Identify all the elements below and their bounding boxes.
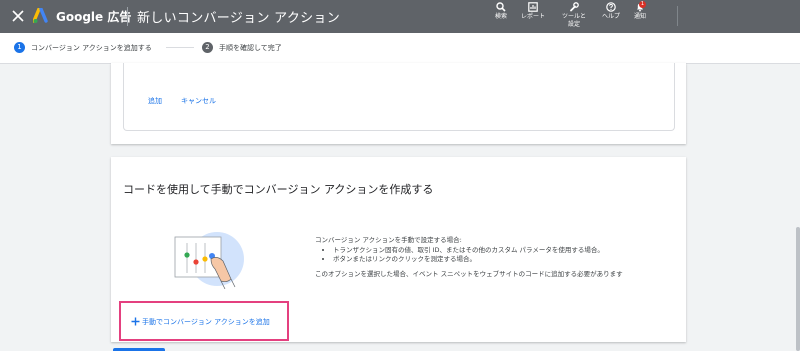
wrench-icon	[570, 2, 579, 12]
plus-icon	[131, 317, 140, 326]
description-bullets: トランザクション固有の値、取引 ID、またはその他のカスタム パラメータを使用す…	[315, 246, 675, 265]
google-ads-logo-icon	[33, 8, 48, 23]
bullet-item: トランザクション固有の値、取引 ID、またはその他のカスタム パラメータを使用す…	[333, 246, 675, 256]
toolbar-divider	[677, 6, 678, 26]
bullet-item: ボタンまたはリンクのクリックを測定する場合。	[333, 255, 675, 265]
description-note: このオプションを選択した場合、イベント スニペットをウェブサイトのコードに追加す…	[315, 269, 623, 278]
reports-icon	[528, 2, 538, 12]
previous-option-card: 追加 キャンセル	[111, 63, 686, 144]
search-label: 検索	[494, 13, 507, 20]
tag-setup-illustration	[174, 232, 244, 289]
tools-settings-label: ツールと 設定	[561, 13, 586, 28]
step-1-label[interactable]: コンバージョン アクションを追加する	[31, 43, 152, 53]
help-label: ヘルプ	[601, 13, 620, 20]
add-button[interactable]: 追加	[148, 96, 162, 106]
step-1-number: 1	[14, 42, 25, 53]
title-divider	[127, 7, 128, 26]
reports-button[interactable]: レポート	[520, 2, 546, 21]
notifications-button[interactable]: 1 通知	[630, 1, 650, 21]
search-icon	[496, 2, 506, 12]
help-icon	[606, 2, 616, 12]
step-connector	[166, 47, 194, 48]
page-title: 新しいコンバージョン アクション	[137, 11, 341, 26]
cancel-button[interactable]: キャンセル	[181, 96, 216, 106]
top-app-bar: Google 広告 新しいコンバージョン アクション 検索 レポート ツールと …	[0, 0, 800, 33]
step-2-number: 2	[202, 42, 213, 53]
reports-label: レポート	[520, 13, 545, 20]
previous-option-panel: 追加 キャンセル	[123, 63, 675, 131]
page-scrollbar[interactable]	[796, 227, 800, 351]
notifications-label: 通知	[633, 13, 646, 20]
progress-stepper: 1 コンバージョン アクションを追加する 2 手順を確認して完了	[0, 33, 800, 64]
notification-badge: 1	[639, 1, 646, 8]
step-2-label[interactable]: 手順を確認して完了	[219, 43, 282, 53]
add-manual-conversion-label: 手動でコンバージョン アクションを追加	[142, 318, 270, 326]
search-button[interactable]: 検索	[492, 2, 510, 21]
description-intro: コンバージョン アクションを手動で設定する場合:	[315, 236, 462, 244]
app-brand: Google 広告	[56, 10, 132, 24]
tools-settings-button[interactable]: ツールと 設定	[558, 2, 590, 29]
close-icon[interactable]	[9, 7, 27, 25]
description-text: コンバージョン アクションを手動で設定する場合: トランザクション固有の値、取引…	[315, 236, 675, 279]
help-button[interactable]: ヘルプ	[598, 2, 624, 21]
add-manual-conversion-button[interactable]: 手動でコンバージョン アクションを追加	[119, 301, 289, 341]
card-title: コードを使用して手動でコンバージョン アクションを作成する	[123, 183, 434, 196]
